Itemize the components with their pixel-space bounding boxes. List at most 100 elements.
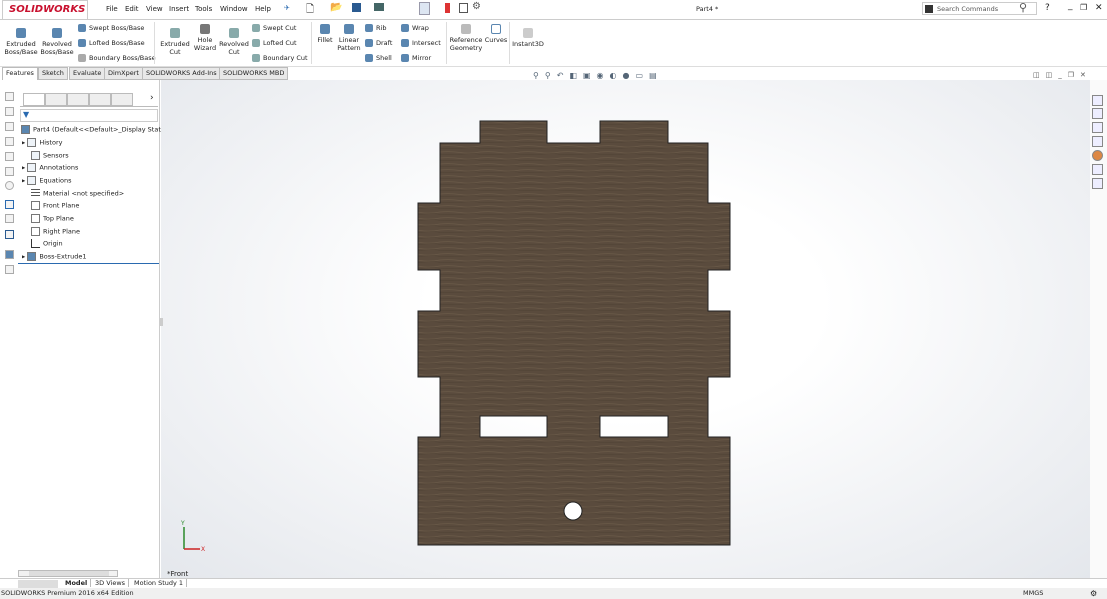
hide-show-icon[interactable]: ◐ [610,71,623,80]
home-icon[interactable] [1092,95,1103,106]
rollback-bar[interactable] [18,263,159,264]
tab-model[interactable]: Model [62,579,92,587]
design-library-icon[interactable] [1092,108,1103,119]
zoom-area-icon[interactable]: ⚲ [545,71,557,80]
view-settings-icon[interactable]: ▤ [649,71,663,80]
graphics-area[interactable]: ⚲⚲↶◧▣◉◐●▭▤ ◫◫_❐✕ Y X *Front [159,71,1090,578]
tree-item-material[interactable]: Material <not specified> [31,189,124,198]
tab-motion-study[interactable]: Motion Study 1 [131,579,188,587]
revolved-cut-button[interactable]: Revolved Cut [218,28,250,56]
view-cube-icon[interactable] [5,122,14,131]
view-cube-icon[interactable] [5,167,14,176]
view-palette-icon[interactable] [1092,136,1103,147]
scrollbar-thumb[interactable] [29,571,109,576]
section-view-icon[interactable]: ◧ [569,71,583,80]
tree-item-top-plane[interactable]: Top Plane [31,214,74,223]
sphere-icon[interactable] [5,181,14,190]
featuremanager-tab-icon[interactable] [23,93,45,106]
wrap-button[interactable]: Wrap [401,24,429,32]
new-document-icon[interactable]: 🗋 [306,2,314,19]
mirror-button[interactable]: Mirror [401,54,431,62]
display-style-icon[interactable]: ◉ [597,71,610,80]
view-cube-icon[interactable] [5,92,14,101]
file-properties-icon[interactable] [459,3,468,13]
options-gear-icon[interactable]: ⚙ [472,1,481,12]
menu-view[interactable]: View [146,5,163,13]
swept-boss-button[interactable]: Swept Boss/Base [78,24,144,32]
lofted-cut-button[interactable]: Lofted Cut [252,39,297,47]
tab-sketch[interactable]: Sketch [38,67,68,80]
instant3d-button[interactable]: Instant3D [512,28,544,48]
tree-item-annotations[interactable]: ▸ Annotations [22,163,78,172]
boundary-boss-button[interactable]: Boundary Boss/Base [78,54,156,62]
extruded-boss-button[interactable]: Extruded Boss/Base [4,28,38,56]
view-cube-icon[interactable] [5,137,14,146]
tree-item-boss-extrude1[interactable]: ▸ Boss-Extrude1 [22,252,86,261]
appearance-icon[interactable]: ● [623,71,636,80]
tab-addins[interactable]: SOLIDWORKS Add-Ins [142,67,221,80]
tree-item-history[interactable]: ▸ History [22,138,62,147]
print-icon[interactable] [374,3,384,11]
search-icon[interactable]: ⚲ [1019,1,1027,14]
menu-insert[interactable]: Insert [169,5,189,13]
minimize-button[interactable]: _ [1068,1,1073,11]
draft-button[interactable]: Draft [365,39,392,47]
close-button[interactable]: ✕ [1095,3,1103,13]
forum-icon[interactable] [1092,178,1103,189]
rebuild-status-icon[interactable]: ⚙ [1090,588,1097,599]
open-icon[interactable]: 📂 [330,2,342,13]
tree-item-origin[interactable]: Origin [31,239,63,248]
part-icon[interactable] [5,250,14,259]
rebuild-icon[interactable] [445,3,450,13]
save-icon[interactable] [352,3,361,12]
menu-tools[interactable]: Tools [195,5,212,13]
fillet-button[interactable]: Fillet [314,24,336,44]
display-manager-tab-icon[interactable] [111,93,133,106]
file-explorer-icon[interactable] [1092,122,1103,133]
rib-button[interactable]: Rib [365,24,386,32]
previous-view-icon[interactable]: ↶ [557,71,570,80]
tab-evaluate[interactable]: Evaluate [69,67,106,80]
intersect-button[interactable]: Intersect [401,39,441,47]
select-icon[interactable] [419,2,430,15]
menu-window[interactable]: Window [220,5,248,13]
linear-pattern-button[interactable]: Linear Pattern [336,24,362,52]
tab-scroll-arrows[interactable] [18,580,58,588]
tree-item-sensors[interactable]: Sensors [31,151,69,160]
view-cube-icon[interactable] [5,107,14,116]
edit-sketch-icon[interactable] [5,214,14,223]
menu-help[interactable]: Help [255,5,271,13]
menu-edit[interactable]: Edit [125,5,139,13]
curves-button[interactable]: Curves [484,24,508,44]
tab-3d-views[interactable]: 3D Views [92,579,130,587]
boundary-cut-button[interactable]: Boundary Cut [252,54,308,62]
tree-item-equations[interactable]: ▸ Equations [22,176,72,185]
panel-collapse-handle[interactable] [159,318,163,326]
dimxpertmanager-tab-icon[interactable] [89,93,111,106]
solidworks-logo[interactable]: SOLIDWORKS [2,0,88,20]
tab-dimxpert[interactable]: DimXpert [104,67,143,80]
configurationmanager-tab-icon[interactable] [67,93,89,106]
reference-geometry-button[interactable]: Reference Geometry [449,24,483,52]
part-icon[interactable] [5,265,14,274]
swept-cut-button[interactable]: Swept Cut [252,24,296,32]
tree-item-front-plane[interactable]: Front Plane [31,201,79,210]
tab-mbd[interactable]: SOLIDWORKS MBD [219,67,289,80]
extruded-cut-button[interactable]: Extruded Cut [158,28,192,56]
search-commands-input[interactable]: Search Commands ⚲ [922,1,1037,15]
tab-features[interactable]: Features [2,67,38,80]
help-button[interactable]: ? [1045,3,1050,13]
custom-properties-icon[interactable] [1092,164,1103,175]
revolved-boss-button[interactable]: Revolved Boss/Base [40,28,74,56]
display-icon[interactable] [5,230,14,239]
viewport-window-controls[interactable]: ◫◫_❐✕ [1033,71,1092,79]
menu-file[interactable]: File [106,5,118,13]
tree-item-right-plane[interactable]: Right Plane [31,227,80,236]
lofted-boss-button[interactable]: Lofted Boss/Base [78,39,145,47]
scene-icon[interactable]: ▭ [636,71,650,80]
units-selector[interactable]: MMGS [1023,588,1043,599]
part-model[interactable]: Y X *Front [161,80,1090,578]
zoom-to-fit-icon[interactable]: ⚲ [533,71,545,80]
horizontal-scrollbar[interactable] [18,570,118,577]
restore-button[interactable]: ❐ [1080,3,1087,12]
